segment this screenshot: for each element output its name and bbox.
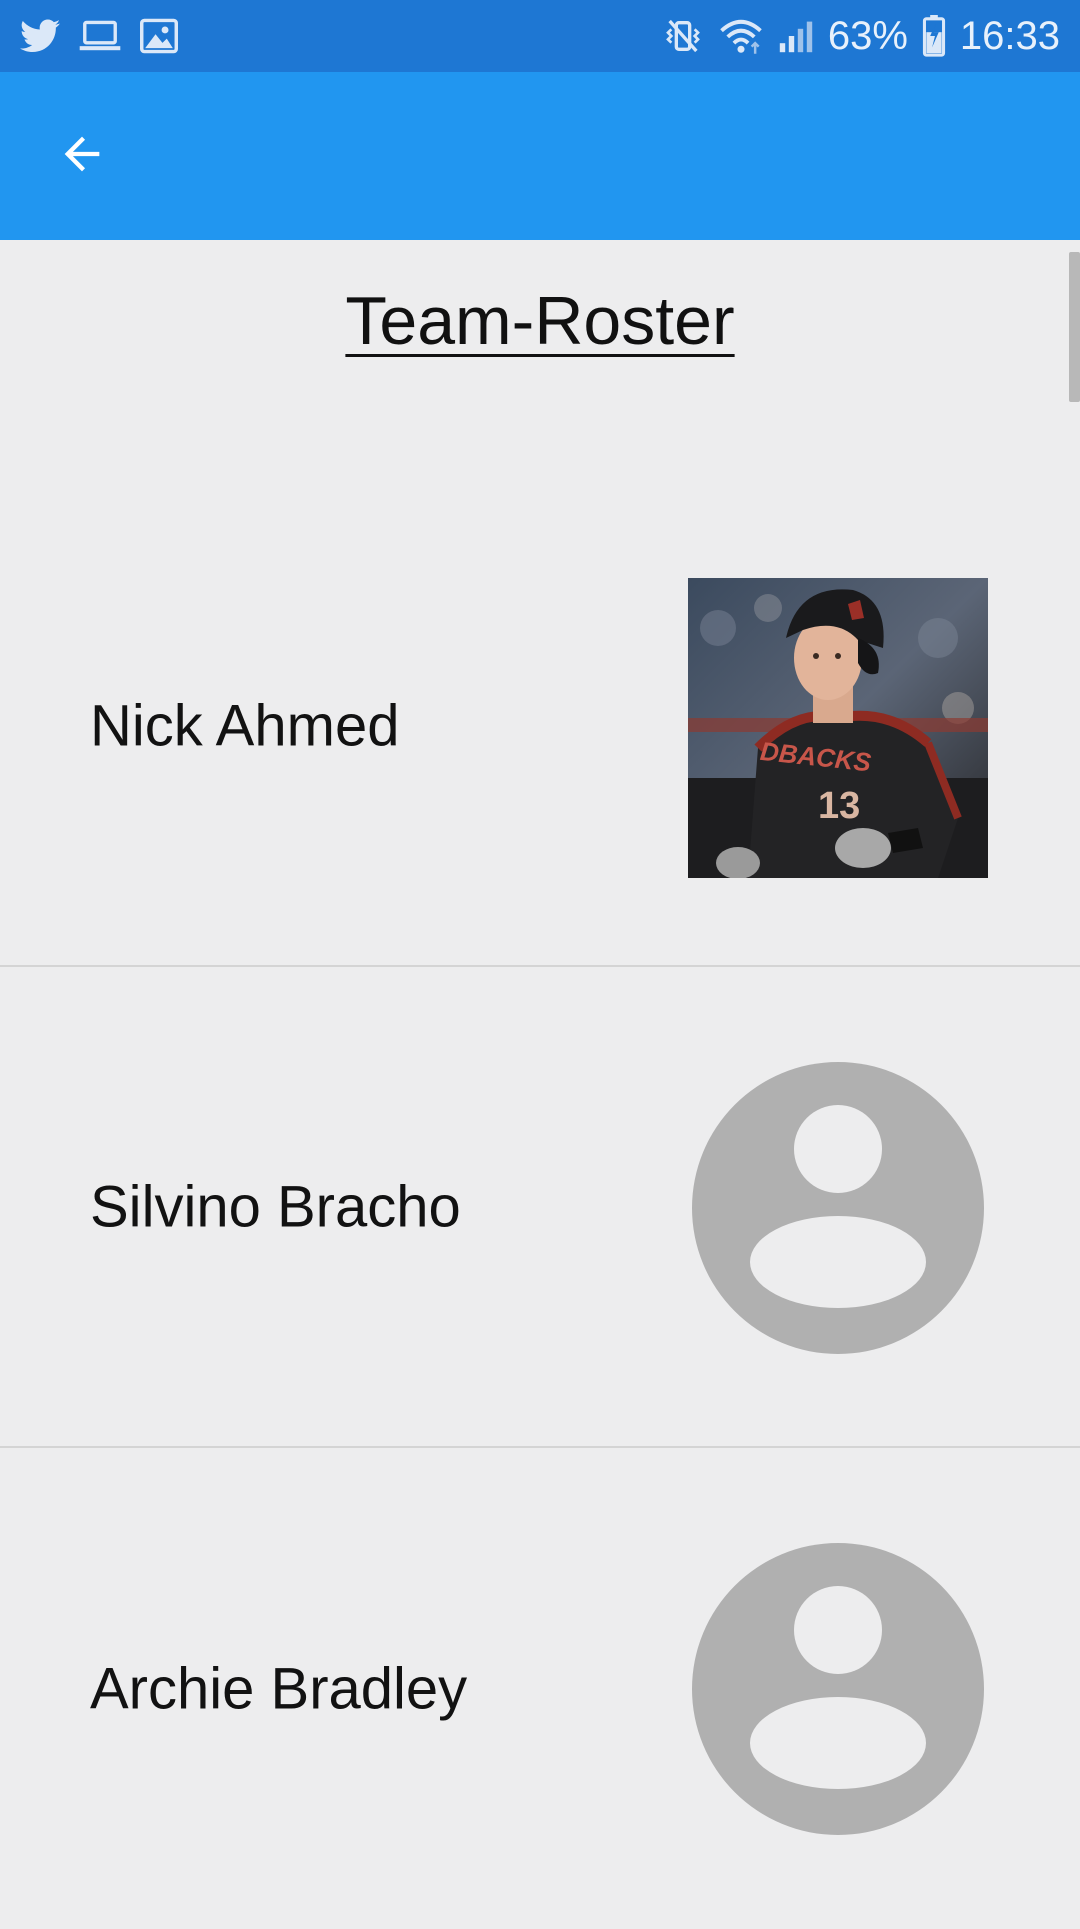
status-bar: 63% 16:33 (0, 0, 1080, 72)
battery-icon (922, 15, 946, 57)
status-left-icons (20, 18, 178, 54)
signal-icon (778, 18, 814, 54)
list-item[interactable]: Archie Bradley (0, 1448, 1080, 1929)
clock: 16:33 (959, 13, 1060, 58)
list-item[interactable]: Silvino Bracho (0, 967, 1080, 1448)
avatar-placeholder-icon (692, 1062, 984, 1354)
player-name: Nick Ahmed (90, 693, 400, 758)
page-title: Team-Roster (345, 283, 735, 359)
svg-text:13: 13 (818, 785, 860, 827)
laptop-icon (78, 19, 122, 53)
roster-screen: Team-Roster Nick Ahmed DBACKS 13 Silvino… (0, 240, 1080, 1920)
roster-list: Nick Ahmed DBACKS 13 Silvino Bracho Arch… (0, 486, 1080, 1929)
back-button[interactable] (22, 96, 142, 216)
player-name: Silvino Bracho (90, 1174, 461, 1239)
arrow-left-icon (56, 128, 108, 185)
vibrate-icon (662, 16, 704, 56)
list-item[interactable]: Nick Ahmed DBACKS 13 (0, 486, 1080, 967)
wifi-icon (718, 16, 764, 56)
twitter-icon (20, 19, 60, 53)
status-right-icons: 63% 16:33 (662, 14, 1060, 59)
app-bar (0, 72, 1080, 240)
player-photo: DBACKS 13 (688, 578, 988, 878)
battery-percent: 63% (827, 13, 908, 58)
image-icon (140, 18, 178, 54)
avatar-placeholder-icon (692, 1543, 984, 1835)
player-name: Archie Bradley (90, 1656, 468, 1721)
